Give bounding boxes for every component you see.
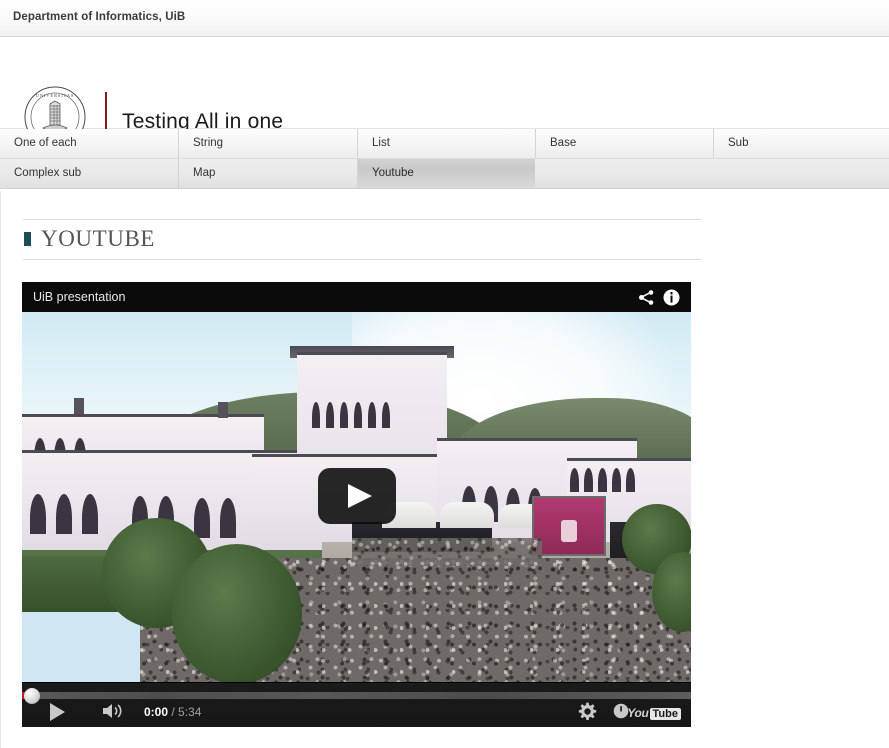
tab-sub[interactable]: Sub (713, 129, 889, 158)
window (82, 494, 98, 534)
site-header: UNIVERSITAS BERGENSIS Testing All in one (0, 38, 889, 152)
progress-bar[interactable] (22, 692, 691, 699)
department-label: Department of Informatics, UiB (13, 11, 186, 23)
tab-string[interactable]: String (178, 129, 357, 158)
tent (440, 502, 494, 528)
window (30, 494, 46, 534)
play-overlay-button[interactable] (317, 468, 396, 524)
window (382, 402, 390, 428)
section-heading: YOUTUBE (41, 226, 156, 251)
window (194, 498, 210, 538)
top-bar: Department of Informatics, UiB (0, 0, 889, 37)
chimney (74, 398, 84, 414)
tab-list[interactable]: List (357, 129, 535, 158)
content-panel: YOUTUBE UiB presentation 0:00 / 5:34 You… (0, 191, 889, 748)
scrubber-handle[interactable] (24, 688, 40, 704)
gear-icon[interactable] (578, 702, 597, 721)
tab-row-primary: One of each String List Base Sub (0, 129, 889, 159)
window (326, 402, 334, 428)
time-separator: / (168, 705, 179, 719)
section-rule-top (23, 219, 701, 220)
tab-base[interactable]: Base (535, 129, 713, 158)
window (584, 468, 593, 492)
time-display: 0:00 / 5:34 (144, 705, 201, 719)
svg-text:UNIVERSITAS: UNIVERSITAS (36, 93, 75, 98)
current-time: 0:00 (144, 705, 169, 719)
info-icon[interactable] (663, 289, 680, 306)
youtube-logo[interactable]: You Tube (627, 704, 681, 720)
youtube-player[interactable]: UiB presentation 0:00 / 5:34 You Tube (22, 282, 691, 727)
play-button[interactable] (50, 703, 65, 721)
window (612, 468, 621, 492)
player-title-bar: UiB presentation (22, 282, 691, 312)
section-rule-bottom (23, 259, 701, 260)
window (56, 494, 72, 534)
tab-navigation: One of each String List Base Sub Complex… (0, 129, 889, 190)
window (220, 498, 236, 538)
tab-complex-sub[interactable]: Complex sub (0, 159, 178, 188)
window (626, 468, 635, 492)
window (570, 468, 579, 492)
stage-screen (532, 496, 606, 556)
share-icon[interactable] (638, 289, 655, 306)
tab-map[interactable]: Map (178, 159, 357, 188)
crowd-stage-choir (352, 538, 542, 566)
tab-youtube[interactable]: Youtube (357, 159, 535, 188)
video-title: UiB presentation (33, 290, 126, 304)
chimney (218, 402, 228, 418)
stage-screen-figure (561, 520, 577, 543)
player-controls: 0:00 / 5:34 You Tube (22, 683, 691, 727)
total-time: 5:34 (178, 705, 202, 719)
volume-icon[interactable] (102, 702, 126, 720)
window (340, 402, 348, 428)
window (354, 402, 362, 428)
tree-center (172, 544, 302, 684)
youtube-logo-you: You (627, 706, 649, 720)
play-icon (347, 484, 372, 508)
tab-one-of-each[interactable]: One of each (0, 129, 178, 158)
youtube-logo-tube: Tube (649, 708, 681, 720)
window (598, 468, 607, 492)
section-bullet-icon (24, 232, 31, 246)
progress-loaded (22, 692, 691, 699)
tab-row-secondary: Complex sub Map Youtube (0, 159, 889, 189)
window (312, 402, 320, 428)
window (368, 402, 376, 428)
